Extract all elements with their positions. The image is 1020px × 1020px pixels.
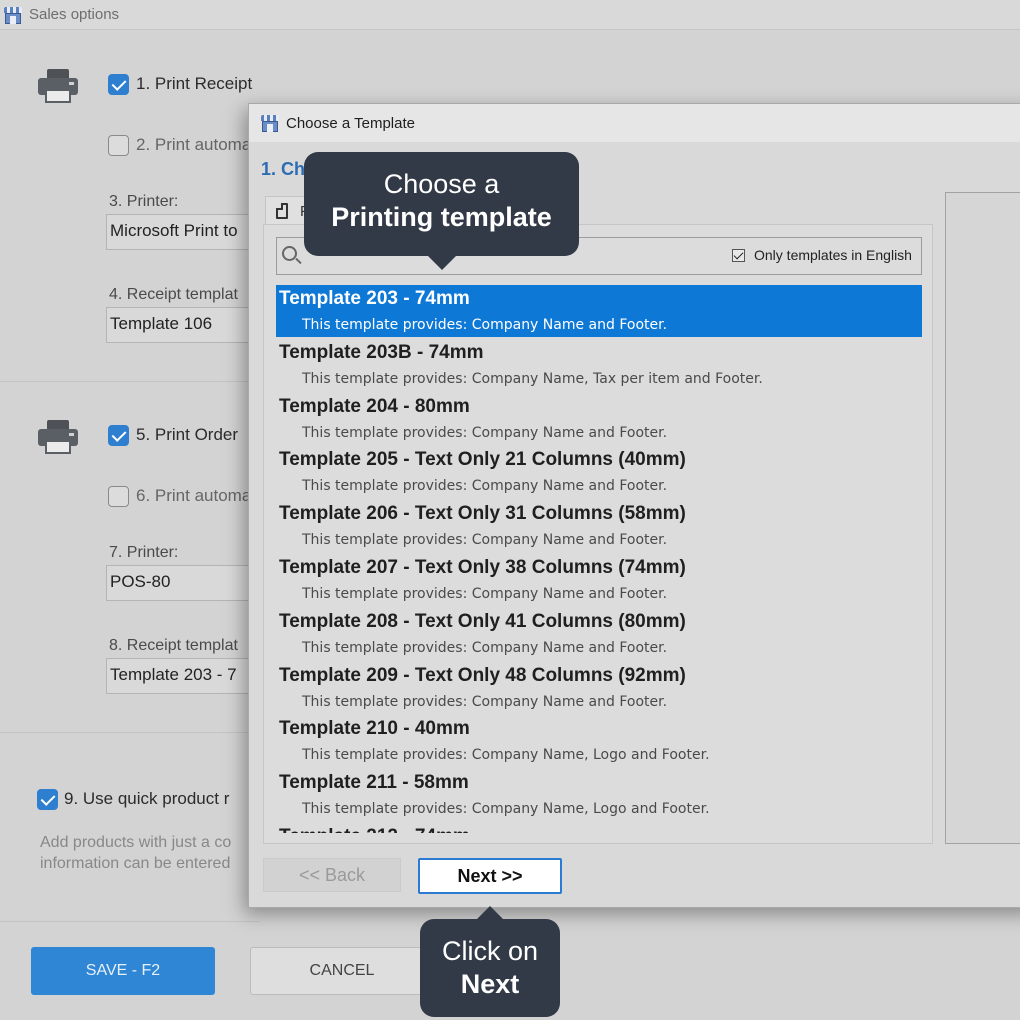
print-receipt-checkbox[interactable] <box>108 74 129 95</box>
english-only-label: Only templates in English <box>754 247 912 263</box>
template-list-item[interactable]: Template 207 - Text Only 38 Columns (74m… <box>276 554 922 606</box>
print-automatically-checkbox[interactable] <box>108 135 129 156</box>
template-list-item[interactable]: Template 205 - Text Only 21 Columns (40m… <box>276 446 922 498</box>
template-description: This template provides: Company Name and… <box>302 424 668 441</box>
dialog-titlebar: Choose a Template <box>249 104 1020 142</box>
template-preview <box>945 192 1020 844</box>
dialog-title: Choose a Template <box>286 115 415 132</box>
click-next-tooltip: Click on Next <box>420 906 560 1017</box>
print-order-automatically-checkbox[interactable] <box>108 486 129 507</box>
step-heading: 1. Ch <box>261 159 306 179</box>
template-name: Template 204 - 80mm <box>279 395 470 417</box>
order-template-label: 8. Receipt templat <box>109 637 238 654</box>
save-button[interactable]: SAVE - F2 <box>31 947 215 995</box>
search-icon <box>282 246 297 261</box>
template-description: This template provides: Company Name and… <box>302 693 668 710</box>
template-name: Template 203 - 74mm <box>279 288 470 309</box>
template-name: Template 205 - Text Only 21 Columns (40m… <box>279 449 686 471</box>
template-panel: Only templates in English Template 203 -… <box>263 224 933 844</box>
tooltip-text: Choose a <box>383 169 500 199</box>
english-only-checkbox[interactable] <box>732 249 745 262</box>
print-order-automatically-label: 6. Print automa <box>136 486 252 505</box>
window-title: Sales options <box>29 6 120 23</box>
template-list: Template 203 - 74mm This template provide… <box>276 285 924 833</box>
template-list-item[interactable]: Template 203B - 74mm This template provid… <box>276 339 922 391</box>
template-list-item[interactable]: Template 212 - 74mm <box>276 823 922 833</box>
template-description: This template provides: Company Name and… <box>302 532 668 549</box>
template-name: Template 212 - 74mm <box>279 826 470 833</box>
document-icon <box>276 203 288 219</box>
template-list-item[interactable]: Template 206 - Text Only 31 Columns (58m… <box>276 500 922 552</box>
template-list-item[interactable]: Template 211 - 58mm This template provide… <box>276 769 922 821</box>
quick-product-checkbox[interactable] <box>37 789 58 810</box>
printer-label: 3. Printer: <box>109 193 179 210</box>
printer-select[interactable]: Microsoft Print to <box>106 214 256 250</box>
template-description: This template provides: Company Name, Ta… <box>302 370 763 387</box>
choose-template-tooltip: Choose a Printing template <box>304 152 579 270</box>
template-description: This template provides: Company Name and… <box>302 586 668 602</box>
template-name: Template 210 - 40mm <box>279 718 470 740</box>
template-list-item[interactable]: Template 210 - 40mm This template provide… <box>276 715 922 767</box>
section-divider <box>0 381 260 382</box>
next-button[interactable]: Next >> <box>418 858 562 894</box>
template-name: Template 207 - Text Only 38 Columns (74m… <box>279 557 686 578</box>
store-icon <box>3 5 23 25</box>
template-description: This template provides: Company Name and… <box>302 639 668 656</box>
quick-product-description: information can be entered <box>40 855 231 872</box>
template-list-item[interactable]: Template 208 - Text Only 41 Columns (80m… <box>276 608 922 660</box>
printer-icon <box>38 420 78 456</box>
quick-product-description: Add products with just a co <box>40 834 232 851</box>
order-template-field[interactable]: Template 203 - 7 <box>106 658 256 694</box>
receipt-template-label: 4. Receipt templat <box>109 286 238 303</box>
print-receipt-label: 1. Print Receipt <box>136 74 253 93</box>
template-description: This template provides: Company Name, Lo… <box>302 801 710 818</box>
quick-product-label: 9. Use quick product r <box>64 789 230 808</box>
tooltip-text-bold: Next <box>460 969 520 999</box>
store-icon <box>260 113 280 133</box>
template-name: Template 203B - 74mm <box>279 341 484 363</box>
tooltip-text: Click on <box>441 936 539 966</box>
print-automatically-label: 2. Print automa <box>136 135 252 154</box>
template-name: Template 206 - Text Only 31 Columns (58m… <box>279 503 686 525</box>
order-printer-select[interactable]: POS-80 <box>106 565 256 601</box>
printer-icon <box>38 69 78 105</box>
order-printer-label: 7. Printer: <box>109 544 179 561</box>
cancel-button[interactable]: CANCEL <box>250 947 434 995</box>
receipt-template-field[interactable]: Template 106 <box>106 307 256 343</box>
print-order-checkbox[interactable] <box>108 425 129 446</box>
template-list-item[interactable]: Template 204 - 80mm This template provide… <box>276 393 922 445</box>
template-name: Template 211 - 58mm <box>279 772 469 794</box>
template-name: Template 209 - Text Only 48 Columns (92m… <box>279 664 686 686</box>
tooltip-text-bold: Printing template <box>331 202 552 232</box>
template-description: This template provides: Company Name and… <box>302 478 668 495</box>
template-description: This template provides: Company Name and… <box>302 317 668 333</box>
back-button[interactable]: << Back <box>263 858 401 892</box>
main-titlebar: Sales options <box>0 0 1020 30</box>
template-list-item[interactable]: Template 209 - Text Only 48 Columns (92m… <box>276 662 922 714</box>
template-name: Template 208 - Text Only 41 Columns (80m… <box>279 610 686 632</box>
template-list-item[interactable]: Template 203 - 74mm This template provide… <box>276 285 922 337</box>
section-divider <box>0 921 260 922</box>
section-divider <box>0 732 260 733</box>
print-order-label: 5. Print Order <box>136 425 239 444</box>
template-description: This template provides: Company Name, Lo… <box>302 747 710 764</box>
